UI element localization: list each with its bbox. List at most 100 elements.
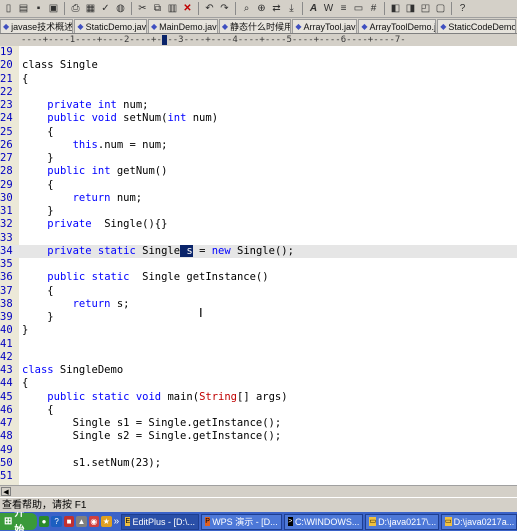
print-icon[interactable]: ⎙ <box>69 2 82 15</box>
code-text: Single s1 = Single.getInstance(); <box>22 417 282 429</box>
code-line: 48 Single s2 = Single.getInstance(); <box>0 430 517 443</box>
toolbar-divider <box>64 2 65 15</box>
code-text: class Single <box>22 59 98 72</box>
fullscreen-icon[interactable]: ◰ <box>419 2 432 15</box>
code-editor[interactable]: 19 20 class Single 21 { 22 23 private int … <box>0 46 517 485</box>
code-line: 45 public static void main(String[] args… <box>0 391 517 404</box>
code-line: 49 <box>0 444 517 457</box>
toolbar-divider <box>451 2 452 15</box>
new-file-icon[interactable]: ▯ <box>2 2 15 15</box>
code-text: private int num; <box>47 99 149 111</box>
task-label: C:\WINDOWS... <box>294 516 360 527</box>
code-line: 39 } <box>0 311 517 324</box>
print-preview-icon[interactable]: ▦ <box>84 2 97 15</box>
browser-icon[interactable]: ◍ <box>114 2 127 15</box>
java-file-icon: ◆ <box>3 21 10 31</box>
save-all-icon[interactable]: ▣ <box>47 2 60 15</box>
task-label: D:\java0217\... <box>378 516 437 527</box>
line-number: 23 <box>0 99 13 111</box>
taskbar-item-wps[interactable]: P WPS 演示 - [D... <box>201 513 282 530</box>
paste-icon[interactable]: ▥ <box>166 2 179 15</box>
line-number: 22 <box>0 85 13 98</box>
spell-check-icon[interactable]: ✓ <box>99 2 112 15</box>
code-line: 20 class Single <box>0 59 517 72</box>
text-selection: s <box>180 244 193 257</box>
java-file-icon: ◆ <box>77 21 84 31</box>
find-icon[interactable]: ⌕ <box>240 2 253 15</box>
task-label: EditPlus - [D:\... <box>132 516 196 527</box>
cliptext-window-icon[interactable]: ◨ <box>404 2 417 15</box>
horizontal-scrollbar[interactable]: ◀ <box>0 485 517 497</box>
tab-label: StaticDemo.java <box>85 21 147 32</box>
whitespace-icon[interactable]: ≡ <box>337 2 350 15</box>
code-line: 30 return num; <box>0 192 517 205</box>
taskbar-item-folder-1[interactable]: ▭ D:\java0217\... <box>365 513 440 530</box>
code-text: } <box>22 152 54 164</box>
line-number: 30 <box>0 191 13 204</box>
start-button[interactable]: ⊞ 开始 <box>0 512 37 531</box>
redo-icon[interactable]: ↷ <box>218 2 231 15</box>
tab-javase-overview[interactable]: ◆ javase技术概述.j <box>0 19 74 33</box>
taskbar-item-cmd[interactable]: > C:\WINDOWS... <box>283 513 364 530</box>
delete-icon[interactable]: ✕ <box>181 2 194 15</box>
code-line: 46 { <box>0 404 517 417</box>
save-icon[interactable]: ▪ <box>32 2 45 15</box>
java-file-icon: ◆ <box>150 21 158 31</box>
replace-icon[interactable]: ⇄ <box>270 2 283 15</box>
java-file-icon: ◆ <box>221 21 228 31</box>
line-number: 36 <box>0 271 13 284</box>
undo-icon[interactable]: ↶ <box>203 2 216 15</box>
taskbar-item-folder-2[interactable]: ▭ D:\java0217a... <box>441 513 517 530</box>
tab-arraytooldemo[interactable]: ◆ ArrayToolDemo.ja <box>358 19 437 33</box>
folder-icon: ▭ <box>369 517 377 526</box>
code-text: return num; <box>72 191 143 204</box>
status-bar: 查看帮助，请按 F1 <box>0 497 517 512</box>
cut-icon[interactable]: ✂ <box>136 2 149 15</box>
scroll-left-icon[interactable]: ◀ <box>1 487 11 496</box>
word-wrap-icon[interactable]: W <box>322 2 335 15</box>
wps-app-icon: P <box>205 517 211 526</box>
line-number: 39 <box>0 311 13 323</box>
find-in-files-icon[interactable]: ⊕ <box>255 2 268 15</box>
line-number: 37 <box>0 284 13 297</box>
tab-static-usage[interactable]: ◆ 静态什么时候用. <box>218 19 292 33</box>
ruler-icon[interactable]: ▭ <box>352 2 365 15</box>
directory-window-icon[interactable]: ◧ <box>389 2 402 15</box>
quicklaunch-browser-icon[interactable]: ● <box>38 516 50 527</box>
line-number: 29 <box>0 178 13 191</box>
line-number: 45 <box>0 390 13 403</box>
tab-label: 静态什么时候用. <box>230 21 292 32</box>
output-window-icon[interactable]: ▢ <box>434 2 447 15</box>
tab-arraytool[interactable]: ◆ ArrayTool.java <box>292 19 358 33</box>
column-ruler: ----+----1----+----2----+----3----+----4… <box>0 34 517 46</box>
quicklaunch-app-icon[interactable]: ▲ <box>76 516 87 527</box>
line-number: 40 <box>0 324 13 337</box>
goto-icon[interactable]: ⤓ <box>285 2 298 15</box>
quicklaunch-help-icon[interactable]: ? <box>51 516 62 527</box>
line-number: 25 <box>0 125 13 138</box>
line-number: 47 <box>0 417 13 429</box>
quicklaunch-app-icon[interactable]: ■ <box>63 516 75 527</box>
open-folder-icon[interactable]: ▤ <box>17 2 30 15</box>
line-number: 43 <box>0 364 13 376</box>
code-line: 44 { <box>0 377 517 390</box>
tab-staticcodedemo[interactable]: ◆ StaticCodeDemo.j <box>437 19 517 33</box>
tab-staticdemo[interactable]: ◆ StaticDemo.java <box>74 19 147 33</box>
help-icon[interactable]: ? <box>456 2 469 15</box>
line-number: 24 <box>0 112 13 125</box>
ruler-text-rest: --3----+----4----+----5----+----6----+--… <box>167 35 406 45</box>
font-icon[interactable]: A <box>307 2 320 15</box>
quicklaunch-app-icon[interactable]: ◉ <box>88 516 100 527</box>
tab-maindemo[interactable]: ◆ MainDemo.java <box>147 19 218 33</box>
line-number: 46 <box>0 403 13 416</box>
line-number: 42 <box>0 350 13 363</box>
line-number: 51 <box>0 470 13 482</box>
line-number: 26 <box>0 138 13 151</box>
copy-icon[interactable]: ⧉ <box>151 2 164 15</box>
task-label: WPS 演示 - [D... <box>212 516 278 527</box>
code-line: 23 private int num; <box>0 99 517 112</box>
line-number-icon[interactable]: # <box>367 2 380 15</box>
more-quicklaunch-icon[interactable]: » <box>114 516 120 527</box>
quicklaunch-app-icon[interactable]: ★ <box>101 516 112 527</box>
taskbar-item-editplus[interactable]: E EditPlus - [D:\... <box>121 513 200 530</box>
